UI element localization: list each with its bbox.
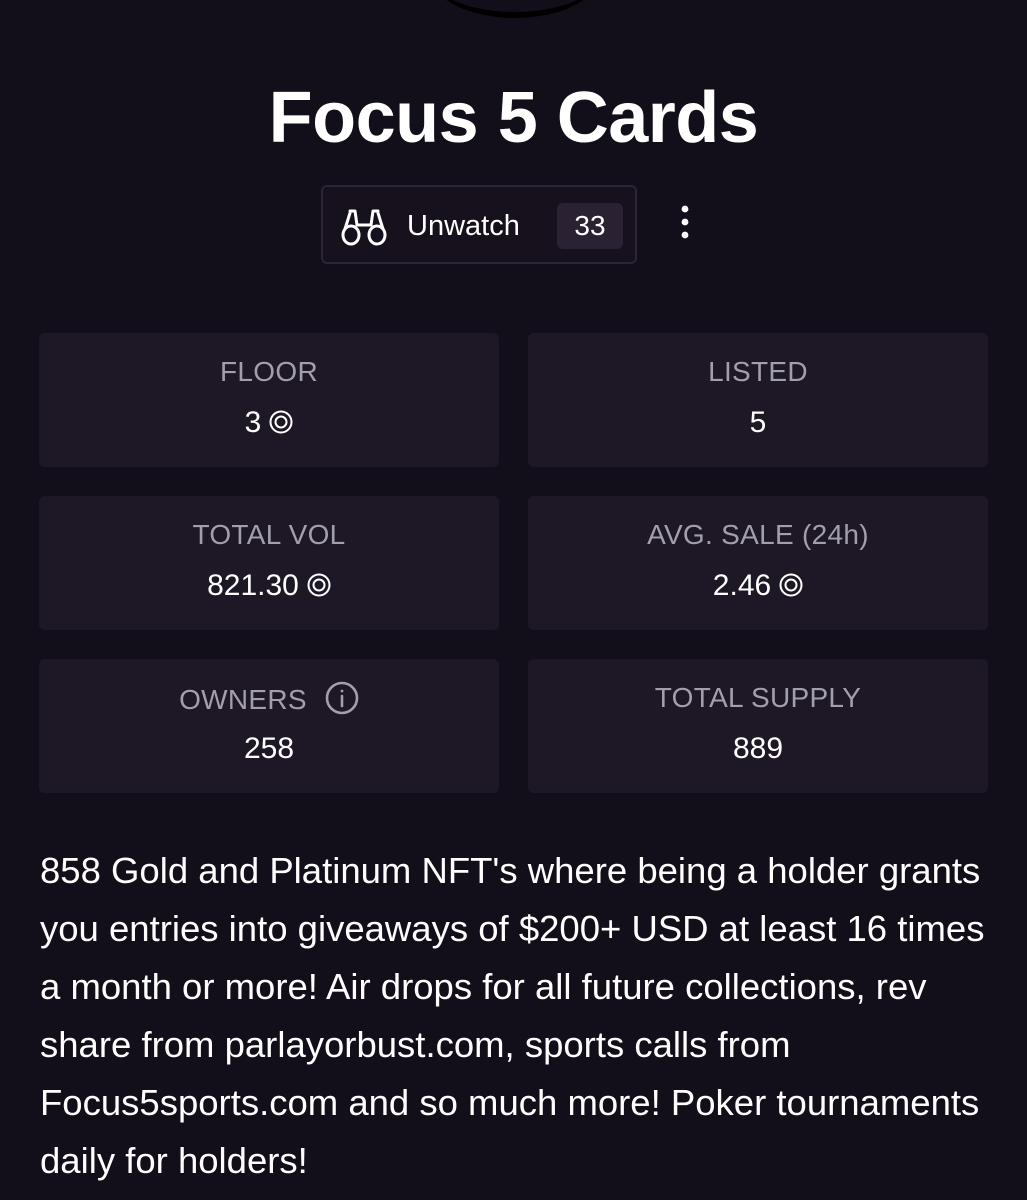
stat-label: LISTED — [708, 356, 808, 387]
stat-card-floor: FLOOR 3 — [39, 333, 499, 467]
owners-label: OWNERS — [179, 684, 307, 715]
listed-value: 5 — [749, 406, 767, 439]
avg-sale-value: 2.46 — [712, 569, 772, 602]
unwatch-button[interactable]: Unwatch 33 — [321, 185, 637, 264]
sol-currency-icon — [779, 573, 803, 597]
stat-card-total-vol: TOTAL VOL 821.30 — [39, 496, 499, 630]
collection-title: Focus 5 Cards — [268, 78, 759, 158]
collection-description: 858 Gold and Platinum NFT's where being … — [40, 850, 985, 1181]
owners-value: 258 — [243, 732, 295, 765]
collection-avatar-edge — [430, 0, 600, 18]
sol-currency-icon — [269, 410, 293, 434]
sol-currency-icon — [307, 573, 331, 597]
stat-card-listed: LISTED 5 — [528, 333, 988, 467]
stat-card-avg-sale: AVG. SALE (24h) 2.46 — [528, 496, 988, 630]
stat-value: 2.46 — [528, 568, 988, 604]
total-vol-value: 821.30 — [207, 569, 299, 602]
stat-label: FLOOR — [220, 356, 318, 387]
more-vertical-icon[interactable] — [670, 203, 700, 241]
stat-card-owners: OWNERS 258 — [39, 659, 499, 793]
unwatch-label: Unwatch — [407, 210, 520, 242]
watcher-count-badge: 33 — [557, 203, 623, 249]
stat-value: 821.30 — [39, 568, 499, 604]
stat-card-total-supply: TOTAL SUPPLY 889 — [528, 659, 988, 793]
stat-label: TOTAL SUPPLY — [654, 682, 862, 713]
stat-label: TOTAL VOL — [192, 519, 346, 550]
total-supply-value: 889 — [732, 732, 784, 765]
info-icon[interactable] — [325, 681, 359, 715]
binoculars-icon — [341, 209, 387, 246]
stat-label: AVG. SALE (24h) — [647, 519, 869, 550]
stat-label: OWNERS — [39, 681, 499, 717]
stat-value: 3 — [39, 405, 499, 441]
floor-value: 3 — [244, 406, 262, 439]
